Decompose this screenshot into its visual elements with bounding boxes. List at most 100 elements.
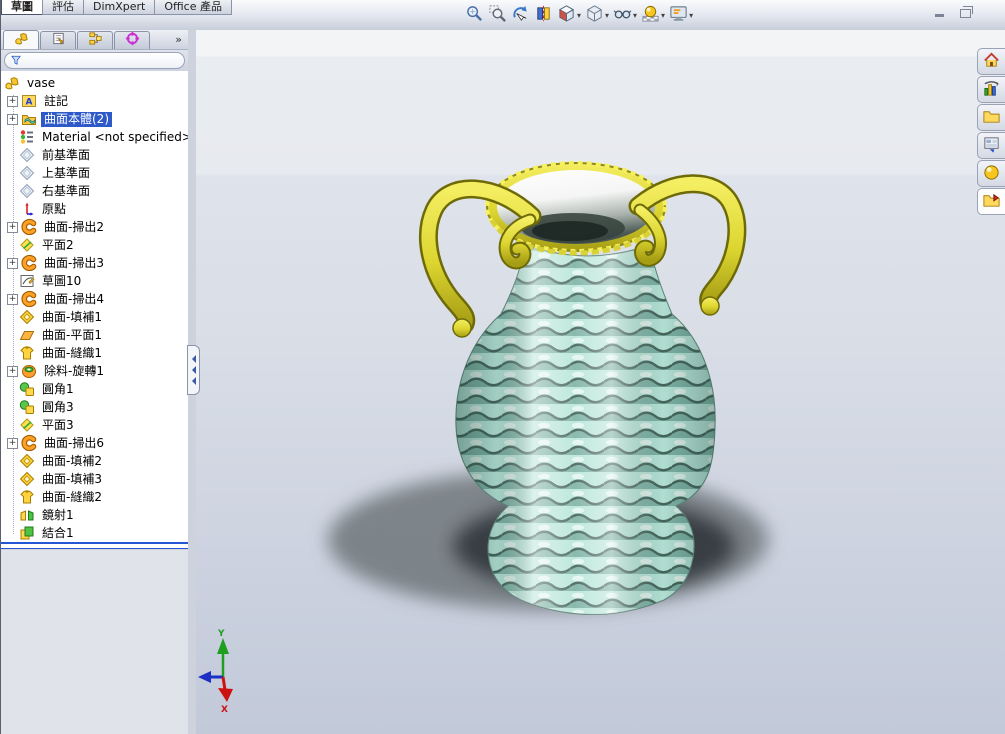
expand-toggle[interactable] (6, 420, 17, 431)
feature-tree-item[interactable]: 右基準面 (1, 182, 188, 200)
surface-knit-icon (19, 345, 35, 361)
feature-tree-item[interactable]: vase (1, 74, 188, 92)
expand-toggle[interactable] (6, 186, 17, 197)
tab-design-library[interactable] (977, 76, 1005, 103)
expand-toggle[interactable] (6, 168, 17, 179)
view-toolbar-button[interactable] (532, 2, 555, 28)
dropdown-arrow-icon[interactable]: ▾ (633, 11, 637, 20)
feature-tree-item[interactable]: 曲面-縫織2 (1, 488, 188, 506)
feature-tree-item[interactable]: 曲面-填補1 (1, 308, 188, 326)
tab-appearances-scenes[interactable] (977, 160, 1005, 187)
expand-toggle[interactable] (6, 204, 17, 215)
command-tab[interactable]: 評估 (42, 0, 84, 15)
view-toolbar-button[interactable] (463, 2, 486, 28)
restore[interactable] (956, 4, 974, 19)
feature-tree-item[interactable]: Material <not specified> (1, 128, 188, 146)
custom-properties-icon (982, 191, 1001, 213)
close[interactable] (982, 4, 1000, 19)
fillet-icon (19, 399, 35, 415)
graphics-viewport[interactable]: Y X (196, 30, 1005, 734)
view-toolbar-button[interactable]: ▾ (639, 2, 667, 28)
feature-tree-item[interactable]: + 曲面-掃出2 (1, 218, 188, 236)
expand-toggle[interactable]: + (7, 114, 18, 125)
expand-toggle[interactable] (6, 132, 17, 143)
view-toolbar-button[interactable]: ▾ (583, 2, 611, 28)
feature-tree-item[interactable]: 曲面-填補2 (1, 452, 188, 470)
expand-toggle[interactable] (6, 312, 17, 323)
command-tab[interactable]: 草圖 (1, 0, 43, 15)
minimize[interactable] (930, 4, 948, 19)
feature-tree-item[interactable]: 上基準面 (1, 164, 188, 182)
tab-overflow-chevron[interactable]: » (175, 33, 182, 46)
tab-solidworks-resources[interactable] (977, 48, 1005, 75)
rollback-bar[interactable] (1, 542, 188, 549)
feature-tree-item[interactable]: 草圖10 (1, 272, 188, 290)
expand-toggle[interactable]: + (7, 366, 18, 377)
view-toolbar-button[interactable]: ▾ (611, 2, 639, 28)
feature-tree-item[interactable]: + 除料-旋轉1 (1, 362, 188, 380)
fm-properties-icon (51, 31, 66, 50)
feature-tree-item[interactable]: + 曲面-掃出6 (1, 434, 188, 452)
view-toolbar-button[interactable] (486, 2, 509, 28)
expand-toggle[interactable] (6, 348, 17, 359)
feature-tree-item[interactable]: 平面3 (1, 416, 188, 434)
mirror-icon (19, 507, 35, 523)
ref-plane-icon (19, 417, 35, 433)
tab-configurationmanager[interactable] (77, 31, 113, 49)
tab-file-explorer[interactable] (977, 104, 1005, 131)
view-toolbar-button[interactable]: ▾ (555, 2, 583, 28)
surface-planar-icon (19, 327, 35, 343)
expand-toggle[interactable]: + (7, 96, 18, 107)
feature-tree-item[interactable]: + 曲面本體(2) (1, 110, 188, 128)
dropdown-arrow-icon[interactable]: ▾ (605, 11, 609, 20)
feature-tree-item[interactable]: + 曲面-掃出3 (1, 254, 188, 272)
feature-tree-item[interactable]: 前基準面 (1, 146, 188, 164)
panel-collapse-handle[interactable] (187, 345, 200, 395)
file-explorer-icon (982, 107, 1001, 129)
feature-tree-item[interactable]: + 曲面-掃出4 (1, 290, 188, 308)
expand-toggle[interactable] (6, 492, 17, 503)
expand-toggle[interactable] (6, 402, 17, 413)
view-toolbar-button[interactable] (509, 2, 532, 28)
expand-toggle[interactable] (6, 150, 17, 161)
expand-toggle[interactable]: + (7, 258, 18, 269)
expand-toggle[interactable] (6, 240, 17, 251)
tab-propertymanager[interactable] (40, 31, 76, 49)
expand-toggle[interactable]: + (7, 222, 18, 233)
feature-tree-item[interactable]: 原點 (1, 200, 188, 218)
expand-toggle[interactable] (6, 528, 17, 539)
svg-text:A: A (26, 98, 33, 108)
surface-fill-icon (19, 309, 35, 325)
expand-toggle[interactable] (6, 474, 17, 485)
dropdown-arrow-icon[interactable]: ▾ (661, 11, 665, 20)
feature-tree-item[interactable]: 圓角1 (1, 380, 188, 398)
surface-knit-icon (19, 489, 35, 505)
tab-custom-properties[interactable] (977, 188, 1005, 215)
feature-tree-item[interactable]: 曲面-縫織1 (1, 344, 188, 362)
dropdown-arrow-icon[interactable]: ▾ (577, 11, 581, 20)
view-toolbar-button[interactable]: ▾ (667, 2, 695, 28)
expand-toggle[interactable] (6, 276, 17, 287)
expand-toggle[interactable] (6, 330, 17, 341)
feature-tree-item[interactable]: 曲面-平面1 (1, 326, 188, 344)
feature-tree-item[interactable]: + A 註記 (1, 92, 188, 110)
feature-tree-item[interactable]: 平面2 (1, 236, 188, 254)
feature-tree-item[interactable]: 曲面-填補3 (1, 470, 188, 488)
expand-toggle[interactable] (6, 510, 17, 521)
tab-view-palette[interactable] (977, 132, 1005, 159)
expand-toggle[interactable] (6, 456, 17, 467)
tab-dimxpertmanager[interactable] (114, 31, 150, 49)
dropdown-arrow-icon[interactable]: ▾ (689, 11, 693, 20)
tab-featuremanager-design-tree[interactable] (3, 30, 39, 49)
feature-tree-item[interactable]: 圓角3 (1, 398, 188, 416)
feature-tree-item[interactable]: 鏡射1 (1, 506, 188, 524)
command-tab[interactable]: Office 產品 (154, 0, 232, 15)
view-settings-icon (669, 4, 688, 27)
tree-filter-input[interactable] (4, 52, 185, 69)
feature-tree-item[interactable]: 結合1 (1, 524, 188, 542)
expand-toggle[interactable]: + (7, 294, 18, 305)
surface-bodies-icon (21, 111, 37, 127)
command-tab[interactable]: DimXpert (83, 0, 155, 15)
expand-toggle[interactable] (6, 384, 17, 395)
expand-toggle[interactable]: + (7, 438, 18, 449)
